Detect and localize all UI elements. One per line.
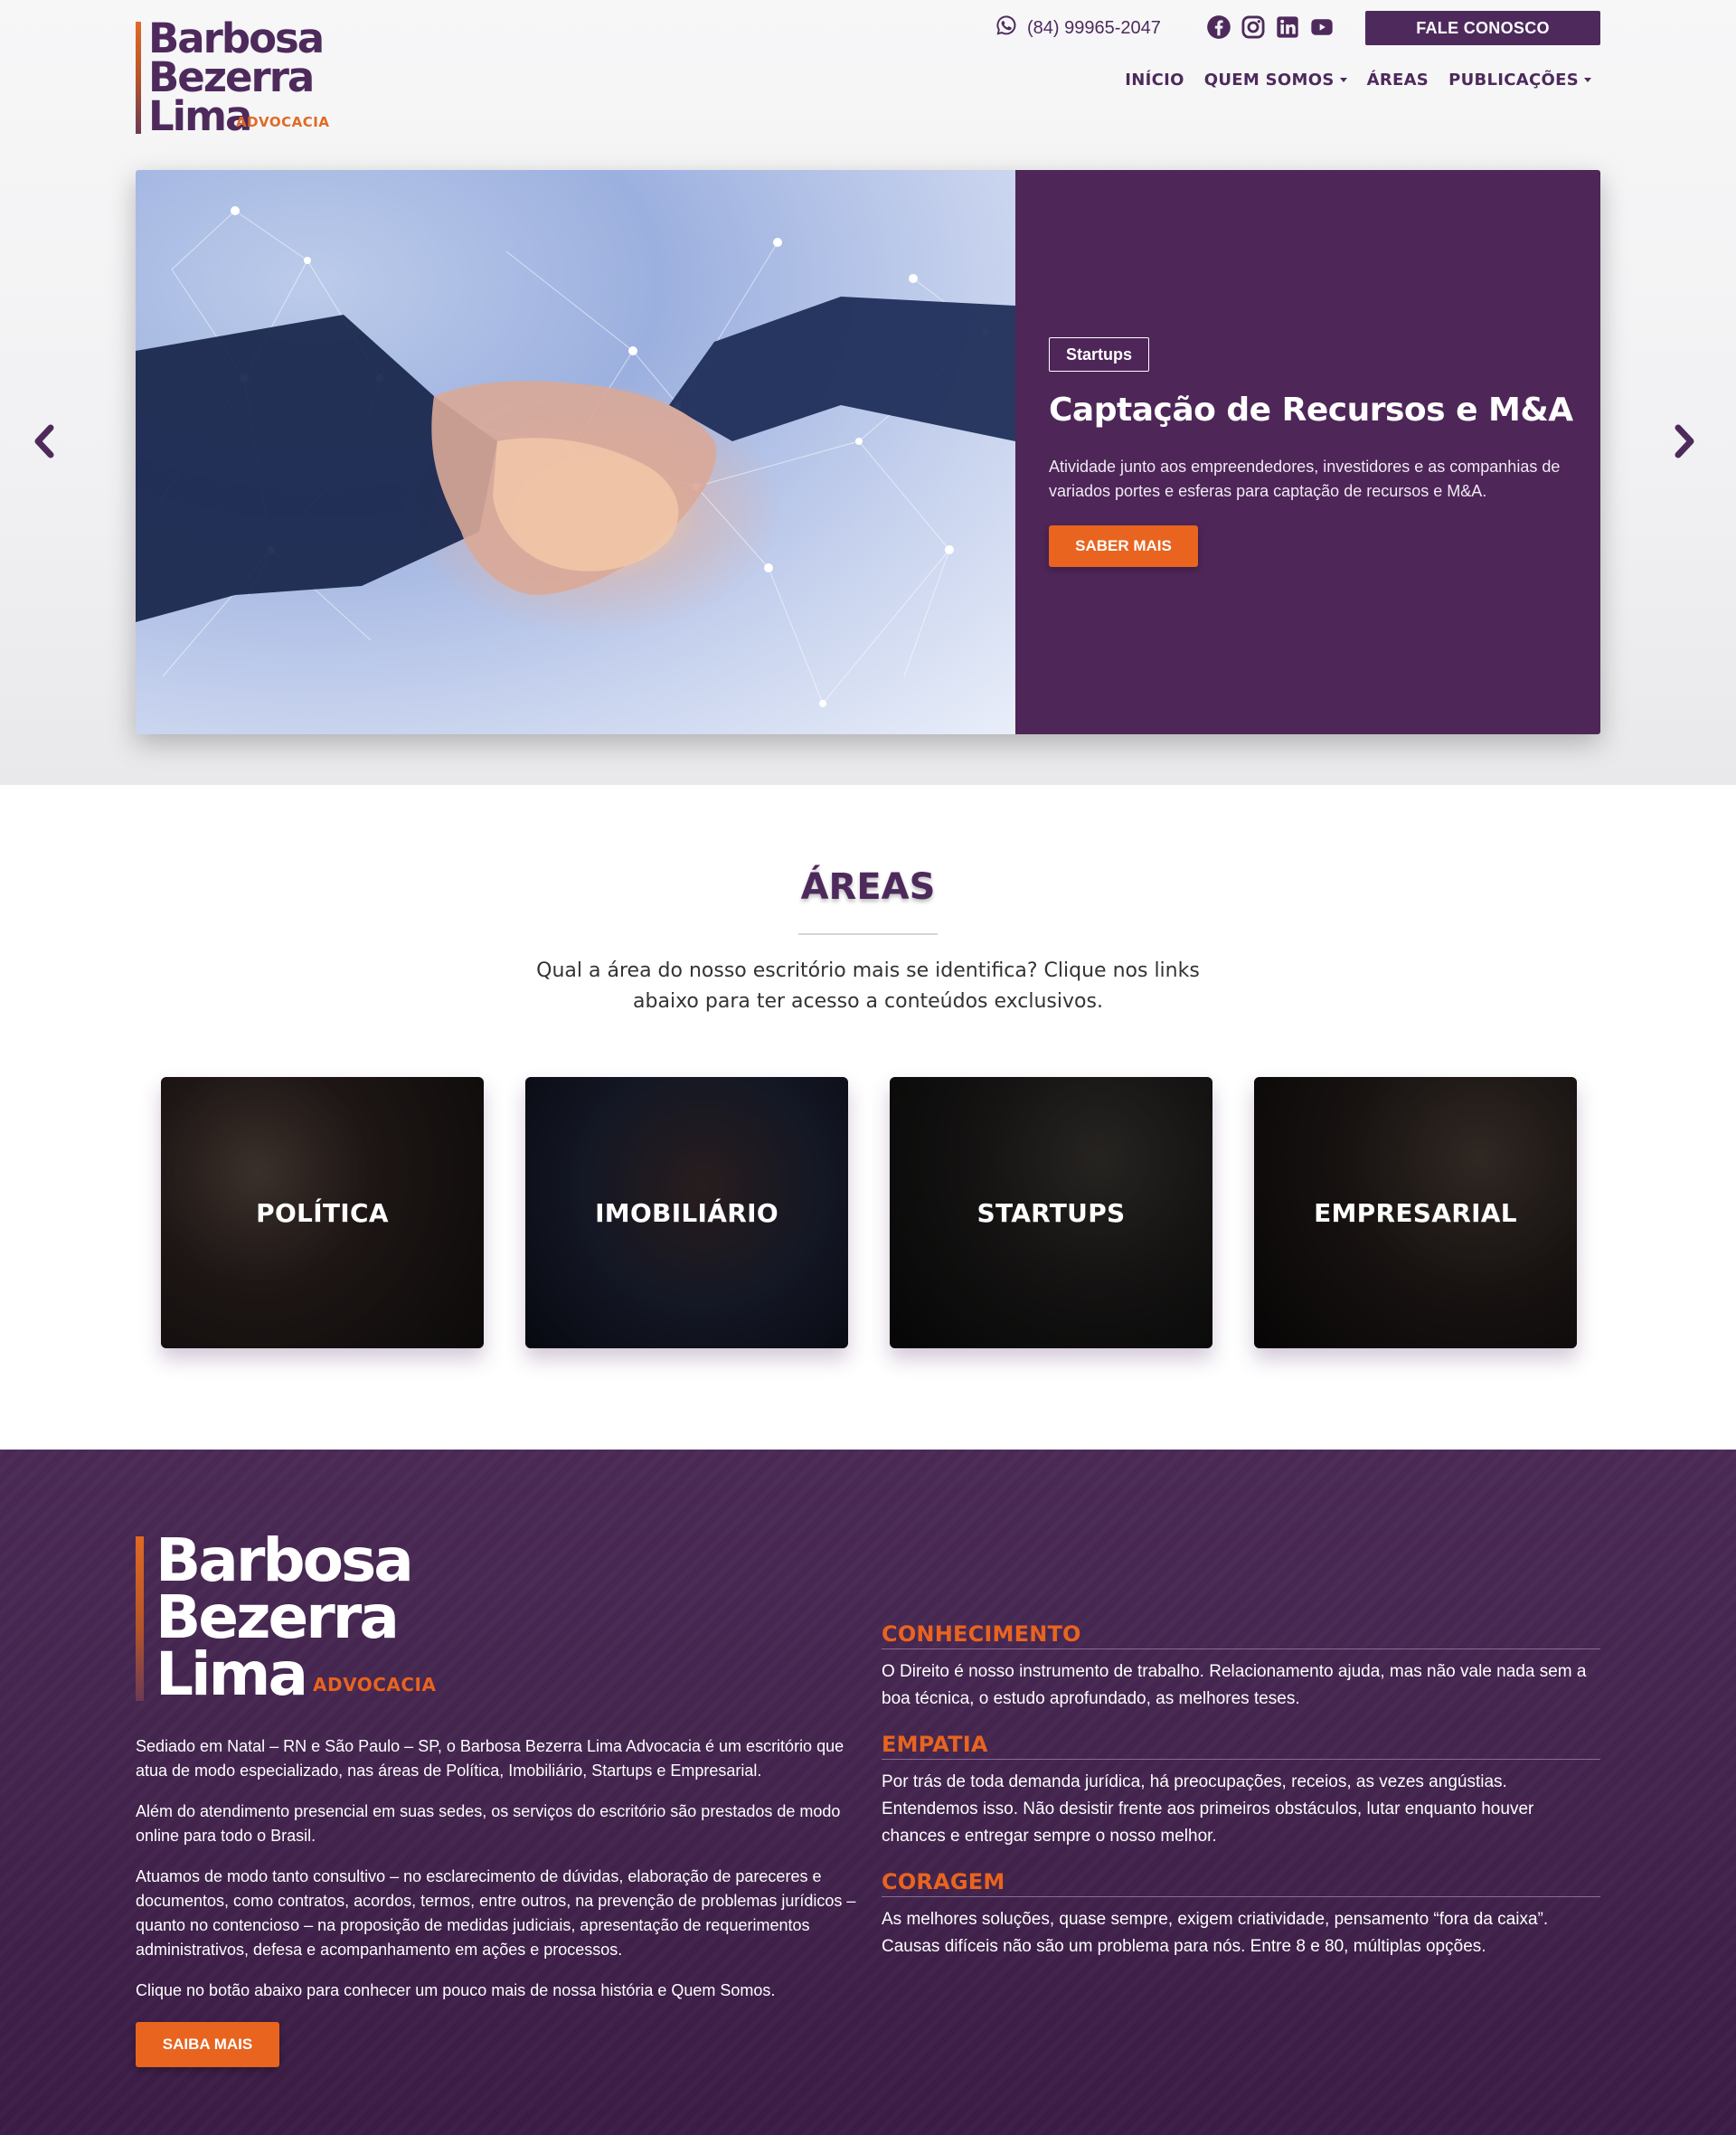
phone-link[interactable]: (84) 99965-2047 xyxy=(995,13,1161,43)
value-title: CONHECIMENTO xyxy=(882,1621,1600,1649)
about-footer: Barbosa Bezerra Lima ADVOCACIA Sediado e… xyxy=(0,1450,1736,2135)
area-card-label: IMOBILIÁRIO xyxy=(595,1197,778,1228)
instagram-icon[interactable] xyxy=(1241,14,1266,40)
area-card-imobiliario[interactable]: IMOBILIÁRIO xyxy=(525,1077,848,1348)
value-coragem: CORAGEM As melhores soluções, quase semp… xyxy=(882,1869,1600,1960)
handshake-illustration xyxy=(136,206,1015,707)
area-card-label: POLÍTICA xyxy=(256,1197,389,1228)
nav-item-inicio[interactable]: INÍCIO xyxy=(1125,71,1184,90)
caret-down-icon xyxy=(1339,78,1347,82)
footer-logo: Barbosa Bezerra Lima ADVOCACIA xyxy=(136,1526,436,1709)
nav-item-publicacoes[interactable]: PUBLICAÇÕES xyxy=(1448,71,1591,90)
logo-accent-bar xyxy=(136,22,141,134)
about-paragraph: Clique no botão abaixo para conhecer um … xyxy=(136,1981,776,1999)
nav-item-label: ÁREAS xyxy=(1366,71,1429,90)
contact-button[interactable]: FALE CONOSCO xyxy=(1365,11,1600,45)
area-card-empresarial[interactable]: EMPRESARIAL xyxy=(1254,1077,1577,1348)
logo-suffix: ADVOCACIA xyxy=(236,114,330,130)
area-card-politica[interactable]: POLÍTICA xyxy=(161,1077,484,1348)
logo-suffix: ADVOCACIA xyxy=(313,1674,437,1696)
logo-word-1: Barbosa xyxy=(156,1526,414,1595)
youtube-icon[interactable] xyxy=(1309,14,1335,40)
nav-item-label: PUBLICAÇÕES xyxy=(1448,71,1579,90)
chevron-right-icon[interactable] xyxy=(1671,423,1698,459)
whatsapp-icon xyxy=(995,14,1018,43)
about-paragraph: Atuamos de modo tanto consultivo – no es… xyxy=(136,1867,856,1959)
about-paragraph: Além do atendimento presencial em suas s… xyxy=(136,1802,841,1845)
social-links xyxy=(1206,14,1335,40)
facebook-icon[interactable] xyxy=(1206,14,1231,40)
nav-item-label: QUEM SOMOS xyxy=(1203,71,1335,90)
divider xyxy=(798,933,938,935)
value-empatia: EMPATIA Por trás de toda demanda jurídic… xyxy=(882,1732,1600,1850)
value-conhecimento: CONHECIMENTO O Direito é nosso instrumen… xyxy=(882,1621,1600,1713)
slide-tag: Startups xyxy=(1049,337,1150,372)
saber-mais-button[interactable]: SABER MAIS xyxy=(1049,525,1198,567)
area-card-label: EMPRESARIAL xyxy=(1314,1197,1517,1228)
logo-accent-bar xyxy=(136,1536,144,1701)
caret-down-icon xyxy=(1584,78,1591,82)
value-title: CORAGEM xyxy=(882,1869,1600,1897)
areas-subtitle: Qual a área do nosso escritório mais se … xyxy=(536,959,1200,1013)
slide-description: Atividade junto aos empreendedores, inve… xyxy=(1049,458,1561,500)
nav-item-areas[interactable]: ÁREAS xyxy=(1367,71,1429,90)
nav-item-quem-somos[interactable]: QUEM SOMOS xyxy=(1204,71,1347,90)
logo-word-3: Lima xyxy=(156,1639,308,1709)
areas-title: ÁREAS xyxy=(800,866,936,908)
area-card-startups[interactable]: STARTUPS xyxy=(890,1077,1212,1348)
value-text: Por trás de toda demanda jurídica, há pr… xyxy=(882,1772,1534,1846)
site-logo[interactable]: Barbosa Bezerra Lima ADVOCACIA xyxy=(136,14,335,137)
hero-slider: Startups Captação de Recursos e M&A Ativ… xyxy=(136,170,1600,734)
value-text: As melhores soluções, quase sempre, exig… xyxy=(882,1910,1549,1956)
value-title: EMPATIA xyxy=(882,1732,1600,1760)
nav-item-label: INÍCIO xyxy=(1125,71,1184,90)
value-text: O Direito é nosso instrumento de trabalh… xyxy=(882,1662,1587,1708)
main-nav: INÍCIO QUEM SOMOS ÁREAS PUBLICAÇÕES xyxy=(1125,71,1591,90)
slide-content-panel: Startups Captação de Recursos e M&A Ativ… xyxy=(1015,170,1600,734)
slide-title: Captação de Recursos e M&A xyxy=(1049,392,1573,429)
areas-cards: POLÍTICA IMOBILIÁRIO STARTUPS EMPRESARIA… xyxy=(161,1077,1577,1348)
area-card-label: STARTUPS xyxy=(976,1197,1126,1228)
phone-number: (84) 99965-2047 xyxy=(1027,17,1161,38)
logo-word-2: Bezerra xyxy=(148,53,315,101)
chevron-left-icon[interactable] xyxy=(31,423,58,459)
logo-word-1: Barbosa xyxy=(148,14,325,62)
logo-word-2: Bezerra xyxy=(156,1582,400,1652)
saiba-mais-button[interactable]: SAIBA MAIS xyxy=(136,2022,279,2067)
about-paragraph: Sediado em Natal – RN e São Paulo – SP, … xyxy=(136,1737,844,1780)
linkedin-icon[interactable] xyxy=(1275,14,1300,40)
handshake-image xyxy=(136,170,1015,734)
